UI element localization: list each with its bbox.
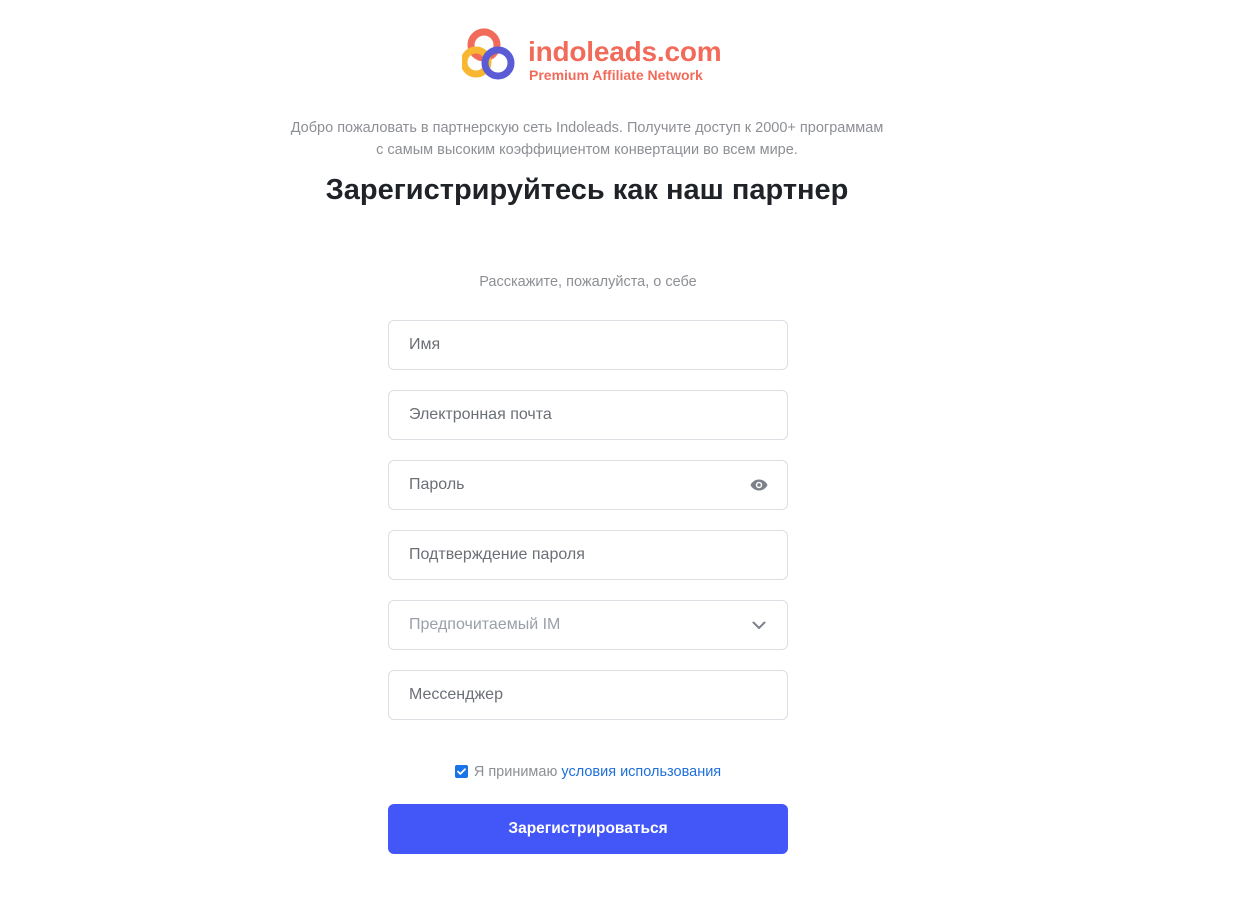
name-input[interactable] (389, 321, 787, 369)
terms-prefix: Я принимаю (473, 764, 558, 780)
terms-checkbox[interactable] (454, 765, 468, 778)
name-field (388, 320, 788, 370)
intro-line-1: Добро пожаловать в партнерскую сеть Indo… (290, 120, 884, 136)
chevron-down-icon (749, 616, 769, 634)
form-subtitle: Расскажите, пожалуйста, о себе (479, 274, 697, 290)
page-title: Зарегистрируйтесь как наш партнер (325, 174, 849, 206)
brand-name: indoleads.com (528, 36, 722, 67)
preferred-im-value: Предпочитаемый IM (409, 616, 561, 633)
intro-text: Добро пожаловать в партнерскую сеть Indo… (250, 117, 924, 161)
terms-link[interactable]: условия использования (561, 764, 721, 780)
terms-row: Я принимаю условия использования (388, 762, 788, 782)
register-button[interactable]: Зарегистрироваться (388, 804, 788, 854)
preferred-im-select[interactable]: Предпочитаемый IM (388, 600, 788, 650)
brand-logo[interactable]: indoleads.com Premium Affiliate Network (462, 27, 722, 85)
password-field (388, 460, 788, 510)
intro-line-2: с самым высоким коэффициентом конвертаци… (376, 142, 798, 158)
messenger-input[interactable] (389, 671, 787, 719)
indoleads-logo-icon (462, 28, 515, 80)
email-input[interactable] (389, 391, 787, 439)
password-confirm-input[interactable] (389, 531, 787, 579)
password-confirm-field (388, 530, 788, 580)
eye-icon[interactable] (749, 476, 769, 494)
brand-tagline: Premium Affiliate Network (529, 67, 703, 83)
messenger-field (388, 670, 788, 720)
password-input[interactable] (389, 461, 787, 509)
registration-page: indoleads.com Premium Affiliate Network … (0, 0, 1238, 919)
email-field (388, 390, 788, 440)
checkmark-icon (456, 768, 466, 775)
